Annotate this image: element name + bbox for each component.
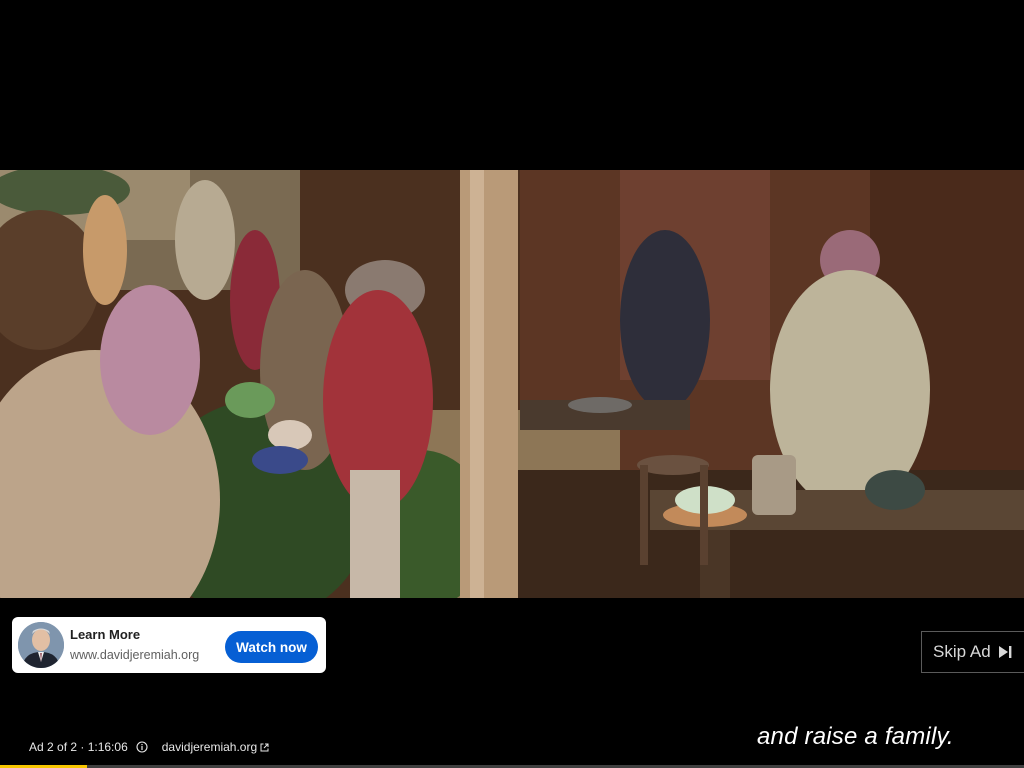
video-frame[interactable] (0, 170, 1024, 598)
skip-next-icon (997, 645, 1013, 659)
ad-card[interactable]: Learn More www.davidjeremiah.org Watch n… (12, 617, 326, 673)
advertiser-avatar[interactable] (18, 622, 64, 668)
external-link-icon[interactable] (260, 743, 269, 752)
info-icon[interactable] (136, 741, 148, 753)
ad-url[interactable]: www.davidjeremiah.org (70, 648, 199, 662)
ad-title[interactable]: Learn More (70, 627, 140, 642)
ad-info-bar: Ad 2 of 2 · 1:16:06 davidjeremiah.org (29, 739, 269, 755)
watch-now-button[interactable]: Watch now (225, 631, 318, 663)
advertiser-link[interactable]: davidjeremiah.org (162, 740, 257, 754)
caption-text: and raise a family. (757, 723, 954, 750)
skip-ad-button[interactable]: Skip Ad (921, 631, 1024, 673)
video-player[interactable]: Learn More www.davidjeremiah.org Watch n… (0, 0, 1024, 768)
ad-position-text: Ad 2 of 2 · 1:16:06 (29, 740, 128, 754)
skip-ad-label: Skip Ad (933, 642, 991, 661)
video-scene-image (0, 170, 1024, 598)
